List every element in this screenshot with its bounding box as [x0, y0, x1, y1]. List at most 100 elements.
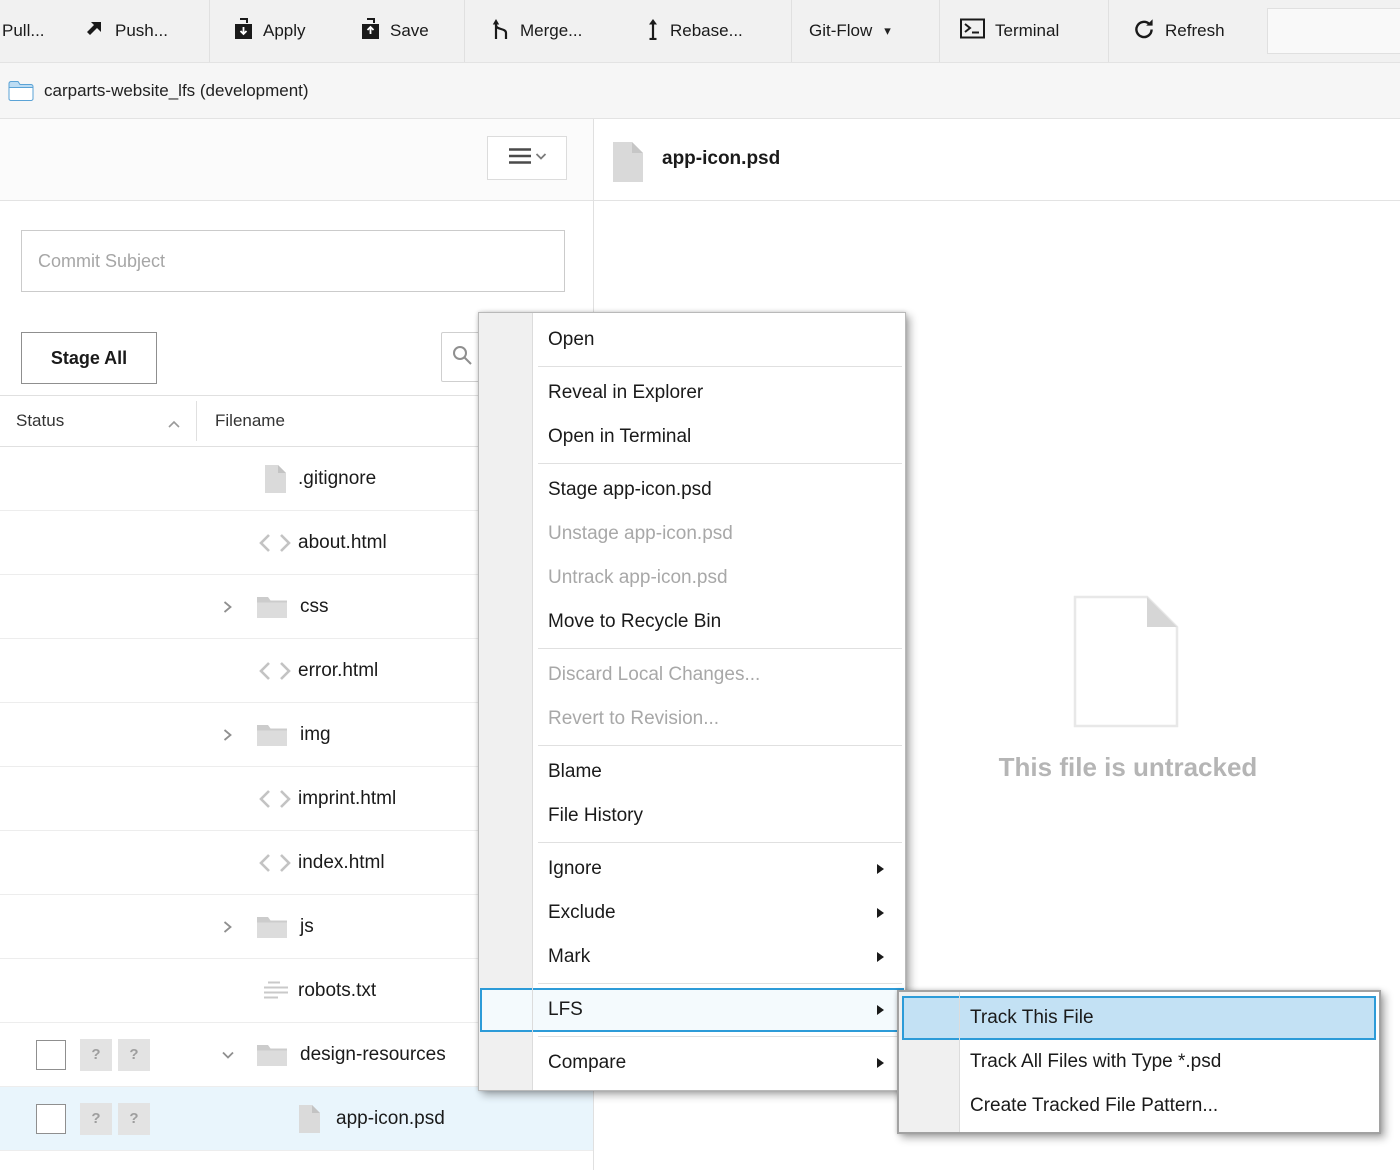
- menu-item-label: Reveal in Explorer: [548, 382, 703, 403]
- menu-item-exclude[interactable]: Exclude: [480, 891, 904, 935]
- lfs-submenu: Track This File Track All Files with Type…: [897, 990, 1381, 1134]
- menu-separator: [538, 983, 902, 984]
- menu-item-open[interactable]: Open: [480, 318, 904, 362]
- menu-item-label: Unstage app-icon.psd: [548, 523, 733, 544]
- menu-item-label: Open in Terminal: [548, 426, 691, 447]
- stage-all-button[interactable]: Stage All: [21, 332, 157, 384]
- filename-label: app-icon.psd: [336, 1087, 445, 1150]
- menu-item-stage-app-icon-psd[interactable]: Stage app-icon.psd: [480, 468, 904, 512]
- submenu-arrow-icon: [877, 1058, 884, 1068]
- untracked-message: This file is untracked: [878, 752, 1378, 783]
- file-row-app-icon-psd[interactable]: ?? app-icon.psd: [0, 1087, 593, 1151]
- filename-label: error.html: [298, 639, 378, 702]
- filename-label: imprint.html: [298, 767, 396, 830]
- code-file-icon: [258, 851, 292, 875]
- apply-label: Apply: [263, 21, 306, 41]
- menu-item-label: Untrack app-icon.psd: [548, 567, 728, 588]
- view-options-button[interactable]: [487, 136, 567, 180]
- menu-separator: [538, 1036, 902, 1037]
- git-flow-button[interactable]: Git-Flow ▾: [809, 0, 891, 62]
- stage-checkbox[interactable]: [36, 1104, 66, 1134]
- stage-checkbox[interactable]: [36, 1040, 66, 1070]
- chevron-down-icon[interactable]: [220, 1048, 236, 1062]
- pull-button[interactable]: Pull...: [2, 0, 45, 62]
- sort-ascending-icon: [166, 416, 182, 434]
- column-header-filename[interactable]: Filename: [215, 396, 285, 446]
- menu-item-label: Ignore: [548, 858, 602, 879]
- menu-separator: [538, 842, 902, 843]
- stash-save-button[interactable]: Save: [361, 0, 429, 62]
- push-arrow-icon: [83, 18, 105, 45]
- push-button[interactable]: Push...: [83, 0, 168, 62]
- menu-separator: [538, 366, 902, 367]
- filename-label: index.html: [298, 831, 385, 894]
- menu-item-lfs[interactable]: LFS: [480, 988, 904, 1032]
- repo-tab[interactable]: carparts-website_lfs (development): [0, 63, 1400, 118]
- toolbar-separator: [939, 0, 940, 62]
- menu-item-label: Track This File: [970, 1007, 1094, 1028]
- worktree-status-badge: ?: [118, 1103, 150, 1135]
- menu-item-discard-local-changes: Discard Local Changes...: [480, 653, 904, 697]
- menu-item-track-all-files-with-type-psd[interactable]: Track All Files with Type *.psd: [902, 1040, 1376, 1084]
- menu-separator: [538, 745, 902, 746]
- menu-item-track-this-file[interactable]: Track This File: [902, 996, 1376, 1040]
- filename-label: design-resources: [300, 1023, 446, 1086]
- filename-label: about.html: [298, 511, 387, 574]
- menu-item-label: Open: [548, 329, 594, 350]
- toolbar-separator: [1108, 0, 1109, 62]
- menu-item-mark[interactable]: Mark: [480, 935, 904, 979]
- commit-subject-input[interactable]: [21, 230, 565, 292]
- menu-item-blame[interactable]: Blame: [480, 750, 904, 794]
- code-file-icon: [258, 531, 292, 555]
- menu-item-label: Track All Files with Type *.psd: [970, 1051, 1221, 1072]
- filename-label: robots.txt: [298, 959, 376, 1022]
- menu-item-untrack-app-icon-psd: Untrack app-icon.psd: [480, 556, 904, 600]
- menu-item-unstage-app-icon-psd: Unstage app-icon.psd: [480, 512, 904, 556]
- hamburger-menu-icon: [507, 145, 547, 172]
- code-file-icon: [258, 787, 292, 811]
- stash-apply-button[interactable]: Apply: [234, 0, 306, 62]
- refresh-label: Refresh: [1165, 21, 1225, 41]
- folder-icon: [256, 914, 288, 940]
- menu-item-label: Blame: [548, 761, 602, 782]
- menu-item-label: Create Tracked File Pattern...: [970, 1095, 1218, 1116]
- submenu-arrow-icon: [877, 1005, 884, 1015]
- filename-label: .gitignore: [298, 447, 376, 510]
- menu-item-file-history[interactable]: File History: [480, 794, 904, 838]
- chevron-right-icon[interactable]: [220, 727, 234, 743]
- refresh-icon: [1133, 18, 1155, 45]
- push-label: Push...: [115, 21, 168, 41]
- code-file-icon: [258, 659, 292, 683]
- refresh-button[interactable]: Refresh: [1133, 0, 1225, 62]
- git-flow-label: Git-Flow: [809, 21, 872, 41]
- text-file-icon: [262, 978, 290, 1004]
- repo-folder-icon: [8, 80, 34, 101]
- menu-item-ignore[interactable]: Ignore: [480, 847, 904, 891]
- folder-icon: [256, 594, 288, 620]
- menu-item-label: Discard Local Changes...: [548, 664, 760, 685]
- filename-label: js: [300, 895, 314, 958]
- menu-item-reveal-in-explorer[interactable]: Reveal in Explorer: [480, 371, 904, 415]
- chevron-right-icon[interactable]: [220, 599, 234, 615]
- stash-apply-icon: [234, 18, 253, 45]
- search-icon: [451, 344, 473, 371]
- file-icon: [611, 141, 645, 188]
- terminal-button[interactable]: Terminal: [960, 0, 1059, 62]
- menu-item-compare[interactable]: Compare: [480, 1041, 904, 1085]
- merge-button[interactable]: Merge...: [492, 0, 582, 62]
- chevron-right-icon[interactable]: [220, 919, 234, 935]
- menu-item-move-to-recycle-bin[interactable]: Move to Recycle Bin: [480, 600, 904, 644]
- toolbar-search-input[interactable]: [1267, 8, 1400, 54]
- pull-label: Pull...: [2, 21, 45, 41]
- index-status-badge: ?: [80, 1103, 112, 1135]
- save-label: Save: [390, 21, 429, 41]
- folder-icon: [256, 722, 288, 748]
- submenu-arrow-icon: [877, 952, 884, 962]
- menu-item-open-in-terminal[interactable]: Open in Terminal: [480, 415, 904, 459]
- menu-item-revert-to-revision: Revert to Revision...: [480, 697, 904, 741]
- detail-filename: app-icon.psd: [662, 148, 780, 170]
- menu-item-create-tracked-file-pattern[interactable]: Create Tracked File Pattern...: [902, 1084, 1376, 1128]
- column-header-status[interactable]: Status: [16, 396, 64, 446]
- context-menu: Open Reveal in Explorer Open in Terminal St…: [478, 312, 906, 1091]
- rebase-button[interactable]: Rebase...: [646, 0, 743, 62]
